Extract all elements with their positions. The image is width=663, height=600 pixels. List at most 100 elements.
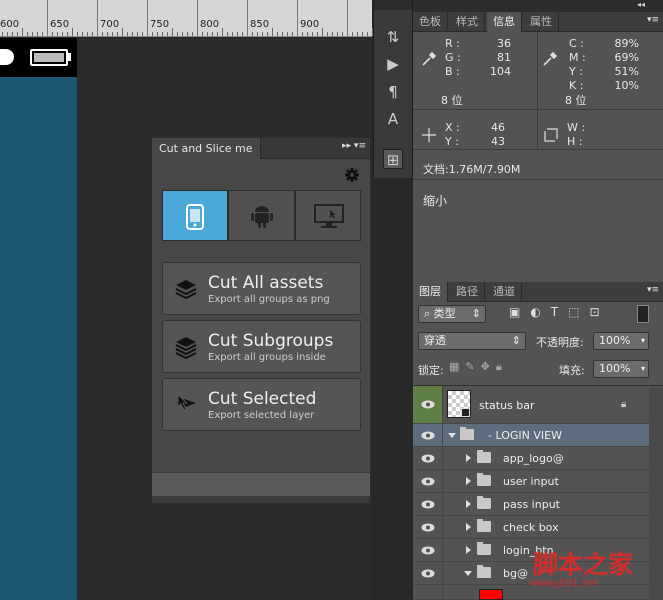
tab-info[interactable]: 信息 [487, 12, 522, 32]
tab-properties[interactable]: 属性 [524, 12, 559, 32]
ruler-tick [37, 32, 38, 36]
visibility-eye-icon[interactable] [413, 424, 443, 446]
paragraph-icon[interactable]: ¶ [383, 82, 403, 102]
expand-icon[interactable] [466, 546, 471, 554]
layer-row[interactable]: status bar 🔒︎ [413, 386, 649, 424]
panel-menu-icon[interactable]: ▸▸ ▾≡ [342, 141, 366, 151]
expand-icon[interactable] [466, 500, 471, 508]
gear-icon[interactable] [344, 167, 360, 183]
layer-thumbnail [479, 589, 503, 600]
expand-icon[interactable] [464, 571, 472, 576]
battery-tip [68, 53, 71, 61]
document-canvas[interactable] [0, 38, 77, 600]
visibility-eye-icon[interactable] [413, 539, 443, 561]
clock-icon [0, 49, 14, 65]
c-value: 89% [614, 37, 639, 50]
platform-android-button[interactable] [228, 190, 295, 241]
panel-menu-icon[interactable]: ▾≡ [647, 285, 659, 295]
ruler-tick [157, 32, 158, 36]
opacity-label: 不透明度: [536, 336, 584, 349]
panel-icon-strip: ⇅ ▶ ¶ A ⊞ [373, 0, 413, 178]
history-icon[interactable]: ⇅ [383, 27, 403, 47]
ruler-tick [357, 32, 358, 36]
visibility-eye-icon[interactable] [413, 386, 443, 423]
ruler-tick [312, 32, 313, 36]
platform-desktop-button[interactable] [295, 190, 361, 241]
ruler-tick [52, 32, 53, 36]
chevron-down-icon: ▾ [640, 364, 645, 373]
filter-toggle[interactable] [637, 305, 649, 323]
ruler-tick [27, 32, 28, 36]
tab-paths[interactable]: 路径 [450, 282, 485, 302]
layer-row[interactable]: pass input [413, 493, 649, 516]
ruler-tick [77, 32, 78, 36]
visibility-eye-icon[interactable] [413, 562, 443, 584]
fill-field[interactable]: 100% ▾ [593, 360, 649, 378]
cut-subgroups-button[interactable]: Cut Subgroups Export all groups inside [162, 320, 361, 373]
layer-filter-icons[interactable]: ▣◐T⬚⊡ [509, 305, 629, 323]
platform-ios-button[interactable] [162, 190, 228, 241]
ruler-tick [347, 0, 348, 36]
blend-mode-select[interactable]: 穿透 ⇕ [418, 332, 526, 350]
expand-icon[interactable] [448, 433, 456, 438]
w-label: W : [567, 121, 586, 134]
cut-selected-button[interactable]: Cut Selected Export selected layer [162, 378, 361, 431]
visibility-eye-icon[interactable] [413, 516, 443, 538]
ruler-tick [147, 0, 148, 36]
layer-name: status bar [479, 399, 535, 412]
c-label: C : [569, 37, 584, 50]
expand-icon[interactable] [466, 523, 471, 531]
layer-row[interactable]: app_logo@ [413, 447, 649, 470]
character-icon[interactable]: A [383, 109, 403, 129]
layer-row[interactable]: check box [413, 516, 649, 539]
layer-row-selected[interactable]: - LOGIN VIEW [413, 424, 649, 447]
cut-all-assets-button[interactable]: Cut All assets Export all groups as png [162, 262, 361, 315]
layers-scrollbar[interactable] [649, 388, 663, 600]
visibility-eye-icon[interactable] [413, 470, 443, 492]
ruler-tick [247, 0, 248, 36]
m-value: 69% [614, 51, 639, 64]
ruler-tick [327, 32, 328, 36]
visibility-eye-icon[interactable] [413, 447, 443, 469]
ruler-label: 800 [200, 19, 220, 30]
layer-row[interactable]: user input [413, 470, 649, 493]
ruler-tick [32, 32, 33, 36]
actions-play-icon[interactable]: ▶ [383, 54, 403, 74]
panel-menu-icon[interactable]: ▾≡ [647, 15, 659, 25]
lock-options-icons[interactable]: ▦✎✥🔒︎ [449, 360, 537, 376]
ruler-tick [342, 32, 343, 36]
zoom-hint: 缩小 [423, 194, 448, 208]
divider [413, 179, 663, 180]
layer-name: app_logo@ [503, 452, 564, 465]
visibility-eye-icon[interactable] [413, 493, 443, 515]
ruler-tick [112, 32, 113, 36]
strip-header [374, 0, 412, 10]
tab-layers[interactable]: 图层 [413, 282, 448, 302]
layer-name: - LOGIN VIEW [488, 429, 562, 442]
expand-icon[interactable] [466, 454, 471, 462]
tab-swatches[interactable]: 色板 [413, 12, 448, 32]
tab-channels[interactable]: 通道 [487, 282, 522, 302]
ruler-tick [297, 0, 298, 36]
cut-slice-plugin-icon[interactable]: ⊞ [383, 149, 403, 169]
horizontal-ruler: 600 650 700 750 800 850 900 [0, 0, 373, 37]
ruler-tick [72, 28, 73, 36]
tab-styles[interactable]: 样式 [450, 12, 485, 32]
visibility-eye-icon[interactable] [413, 585, 443, 600]
x-value: 46 [491, 121, 505, 134]
ruler-tick [202, 32, 203, 36]
ruler-tick [62, 32, 63, 36]
collapse-icon[interactable]: ◂◂ [637, 0, 645, 9]
chevron-updown-icon: ⇕ [511, 334, 521, 347]
panel-tab[interactable]: Cut and Slice me [152, 138, 261, 159]
action-title: Cut Subgroups [208, 331, 334, 351]
status-bar-preview [0, 38, 77, 77]
layer-name: user input [503, 475, 559, 488]
opacity-field[interactable]: 100% ▾ [593, 332, 649, 350]
panel-resize-grip[interactable] [152, 496, 370, 503]
ruler-tick [127, 32, 128, 36]
layer-filter-select[interactable]: ⌕ 类型 ⇕ [418, 305, 486, 323]
folder-icon [477, 496, 491, 509]
g-value: 81 [497, 51, 511, 64]
expand-icon[interactable] [466, 477, 471, 485]
